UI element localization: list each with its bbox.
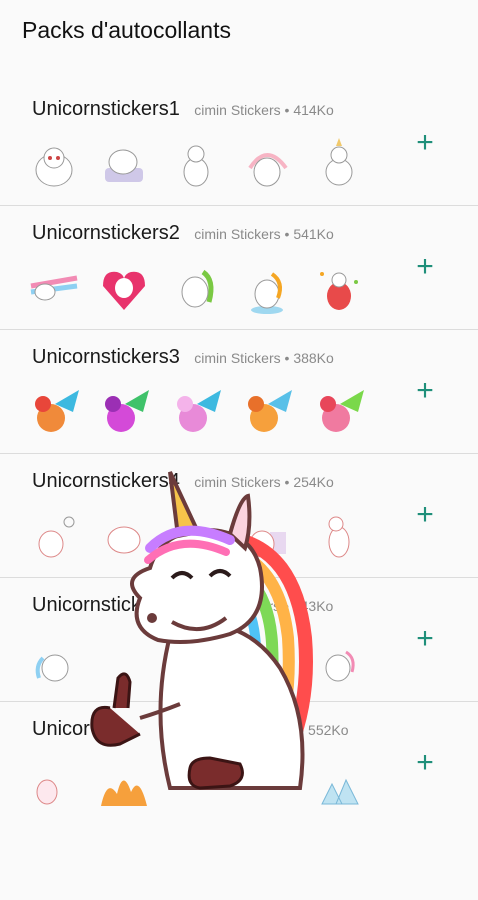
sticker-preview (105, 390, 149, 432)
pack-publisher: cimin Stickers (194, 350, 281, 366)
sticker-preview (105, 149, 143, 182)
plus-icon: + (416, 374, 434, 407)
pack-name: Unicornstickers3 (32, 346, 180, 368)
add-pack-button[interactable]: + (412, 748, 438, 778)
plus-icon: + (416, 622, 434, 655)
app-header: Packs d'autocollants (0, 0, 478, 70)
add-pack-button[interactable]: + (412, 624, 438, 654)
plus-icon: + (416, 746, 434, 779)
pack-header: Unicornstickers3 cimin Stickers • 388Ko (32, 346, 334, 369)
sticker-preview (36, 779, 58, 805)
add-pack-button[interactable]: + (412, 128, 438, 158)
pack-header: Unicornstickers2 cimin Stickers • 541Ko (32, 222, 334, 245)
sticker-preview (30, 275, 78, 301)
sticker-preview (325, 138, 353, 186)
add-pack-button[interactable]: + (412, 252, 438, 282)
add-pack-button[interactable]: + (412, 376, 438, 406)
pack-publisher: cimin Stickers (194, 226, 281, 242)
pack-name: Unicornstickers1 (32, 98, 180, 120)
pack-row[interactable]: Unicornstickers2 cimin Stickers • 541Ko … (0, 205, 478, 329)
pack-meta: cimin Stickers • 541Ko (194, 226, 334, 242)
sticker-preview (103, 271, 145, 310)
pack-size: 541Ko (293, 226, 334, 242)
sticker-preview (251, 272, 283, 314)
pack-size: 388Ko (293, 350, 334, 366)
sticker-preview (35, 654, 69, 682)
plus-icon: + (416, 498, 434, 531)
sticker-preview (183, 145, 209, 187)
sticker-preview (320, 390, 364, 432)
page-title: Packs d'autocollants (22, 17, 231, 43)
plus-icon: + (416, 250, 434, 283)
pack-name: Unicornstickers2 (32, 222, 180, 244)
pack-meta: cimin Stickers • 388Ko (194, 350, 334, 366)
sticker-preview (35, 390, 79, 432)
sticker-preview (177, 390, 221, 432)
add-pack-button[interactable]: + (412, 500, 438, 530)
sticker-preview (35, 147, 73, 187)
pack-publisher: cimin Stickers (194, 102, 281, 118)
sticker-preview (248, 153, 288, 187)
plus-icon: + (416, 126, 434, 159)
pack-header: Unicornstickers1 cimin Stickers • 414Ko (32, 98, 334, 121)
pack-row[interactable]: Unicornstickers1 cimin Stickers • 414Ko … (0, 82, 478, 205)
sticker-preview (248, 390, 292, 432)
pack-size: 414Ko (293, 102, 334, 118)
sticker-preview (320, 272, 358, 310)
pack-row[interactable]: Unicornstickers3 cimin Stickers • 388Ko … (0, 329, 478, 453)
sticker-preview (38, 516, 75, 558)
pack-meta: cimin Stickers • 414Ko (194, 102, 334, 118)
sticker-preview (181, 269, 214, 308)
unicorn-mascot-image (90, 471, 313, 790)
